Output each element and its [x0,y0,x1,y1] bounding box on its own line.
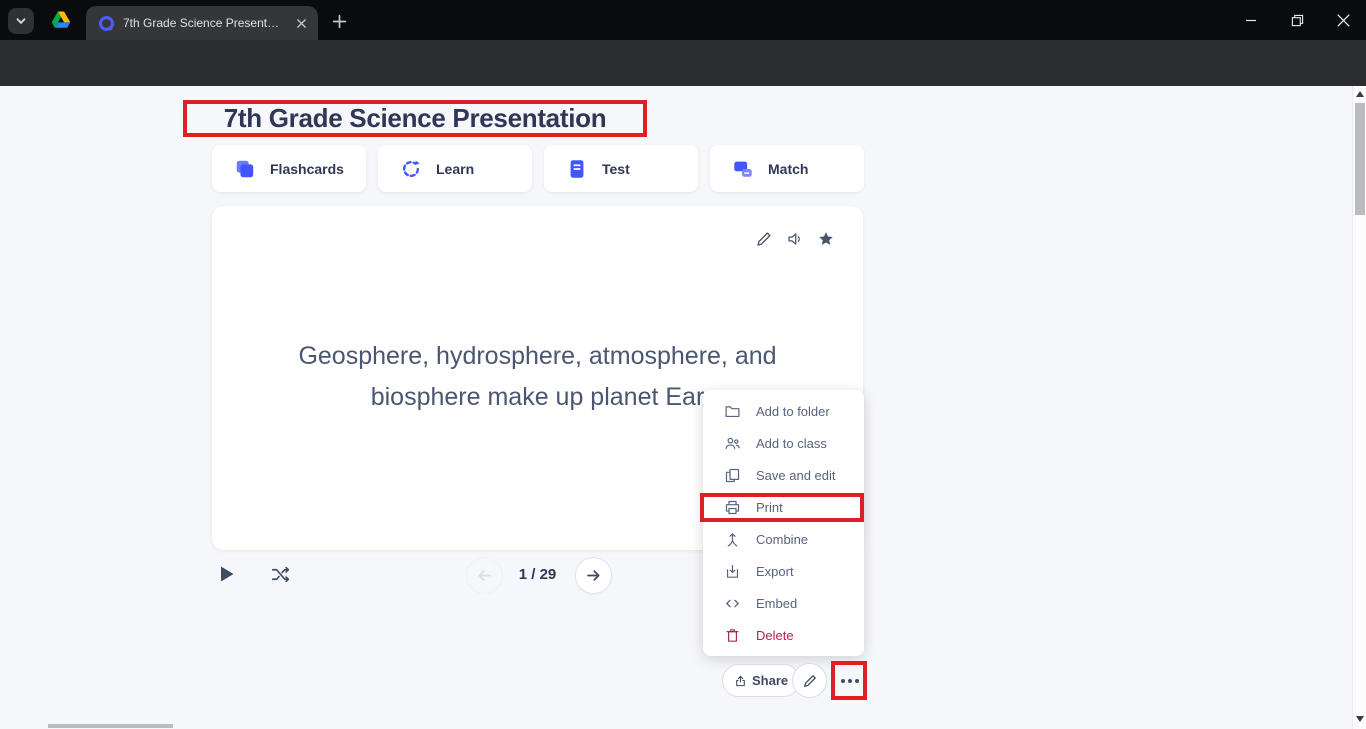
edit-pencil-icon[interactable] [755,230,773,248]
tab-title: 7th Grade Science Presentation [123,16,284,30]
browser-titlebar: 7th Grade Science Presentation [0,0,1366,40]
mode-match[interactable]: Match [710,145,864,192]
menu-item-label: Save and edit [756,468,836,483]
copy-icon [724,467,741,484]
chevron-down-icon [15,15,27,27]
horizontal-scrollbar-thumb[interactable] [48,724,173,728]
printer-icon [724,499,741,516]
menu-item-delete[interactable]: Delete [703,619,864,651]
quizlet-favicon [98,15,115,32]
menu-item-label: Print [756,500,783,515]
mode-learn[interactable]: Learn [378,145,532,192]
flashcards-icon [234,158,256,180]
menu-item-label: Add to class [756,436,827,451]
previous-card-button[interactable] [466,557,503,594]
star-icon[interactable] [817,230,835,248]
tab-search-button[interactable] [8,8,34,34]
play-icon[interactable] [219,565,235,583]
merge-icon [724,531,741,548]
mode-flashcards[interactable]: Flashcards [212,145,366,192]
new-tab-button[interactable] [328,10,350,32]
shuffle-icon[interactable] [270,565,291,584]
card-controls: 1 / 29 [0,557,1366,597]
next-card-button[interactable] [575,557,612,594]
browser-toolbar: quizlet.com/923435932/7th-grade-science-… [0,40,1366,86]
card-counter: 1 / 29 [500,566,575,583]
share-label: Share [752,673,788,688]
close-window-button[interactable] [1320,0,1366,40]
menu-item-save-and-edit[interactable]: Save and edit [703,459,864,491]
edit-set-button[interactable] [792,663,827,698]
annotation-box-title: 7th Grade Science Presentation [183,100,647,137]
menu-item-label: Delete [756,628,794,643]
scrollbar-thumb[interactable] [1355,103,1365,215]
test-icon [566,158,588,180]
window-controls [1228,0,1366,40]
minimize-button[interactable] [1228,0,1274,40]
menu-item-label: Add to folder [756,404,830,419]
learn-icon [400,158,422,180]
mode-test[interactable]: Test [544,145,698,192]
flashcard-line1: Geosphere, hydrosphere, atmosphere, and [212,336,863,377]
people-icon [724,435,741,452]
menu-item-add-to-folder[interactable]: Add to folder [703,395,864,427]
menu-item-print[interactable]: Print [703,491,864,523]
mode-label: Test [602,161,630,177]
options-dropdown-menu: Add to folder Add to class Save and edit… [703,390,864,656]
menu-item-embed[interactable]: Embed [703,587,864,619]
menu-item-label: Combine [756,532,808,547]
study-modes: Flashcards Learn Test Match [212,145,864,192]
ellipsis-icon [841,679,845,683]
flashcard-tools [755,230,835,248]
google-drive-icon[interactable] [51,10,71,30]
mode-label: Match [768,161,808,177]
menu-item-label: Embed [756,596,797,611]
vertical-scrollbar[interactable] [1352,86,1366,729]
audio-speaker-icon[interactable] [786,230,804,248]
code-icon [724,595,741,612]
more-options-button[interactable] [838,669,862,693]
pencil-icon [802,673,818,689]
page-title: 7th Grade Science Presentation [224,103,607,134]
tab-close-icon[interactable] [292,14,310,32]
share-icon [734,674,747,688]
menu-item-export[interactable]: Export [703,555,864,587]
export-icon [724,563,741,580]
match-icon [732,158,754,180]
quizlet-page: 7th Grade Science Presentation Flashcard… [0,86,1366,729]
menu-item-add-to-class[interactable]: Add to class [703,427,864,459]
mode-label: Flashcards [270,161,344,177]
scroll-down-arrow[interactable] [1356,716,1364,722]
menu-item-combine[interactable]: Combine [703,523,864,555]
share-button[interactable]: Share [722,664,800,697]
browser-tab[interactable]: 7th Grade Science Presentation [86,6,318,40]
set-actions: Share [0,663,1366,703]
trash-icon [724,627,741,644]
restore-button[interactable] [1274,0,1320,40]
scroll-up-arrow[interactable] [1356,91,1364,97]
menu-item-label: Export [756,564,794,579]
mode-label: Learn [436,161,474,177]
folder-icon [724,403,741,420]
browser-window: 7th Grade Science Presentation [0,0,1366,729]
